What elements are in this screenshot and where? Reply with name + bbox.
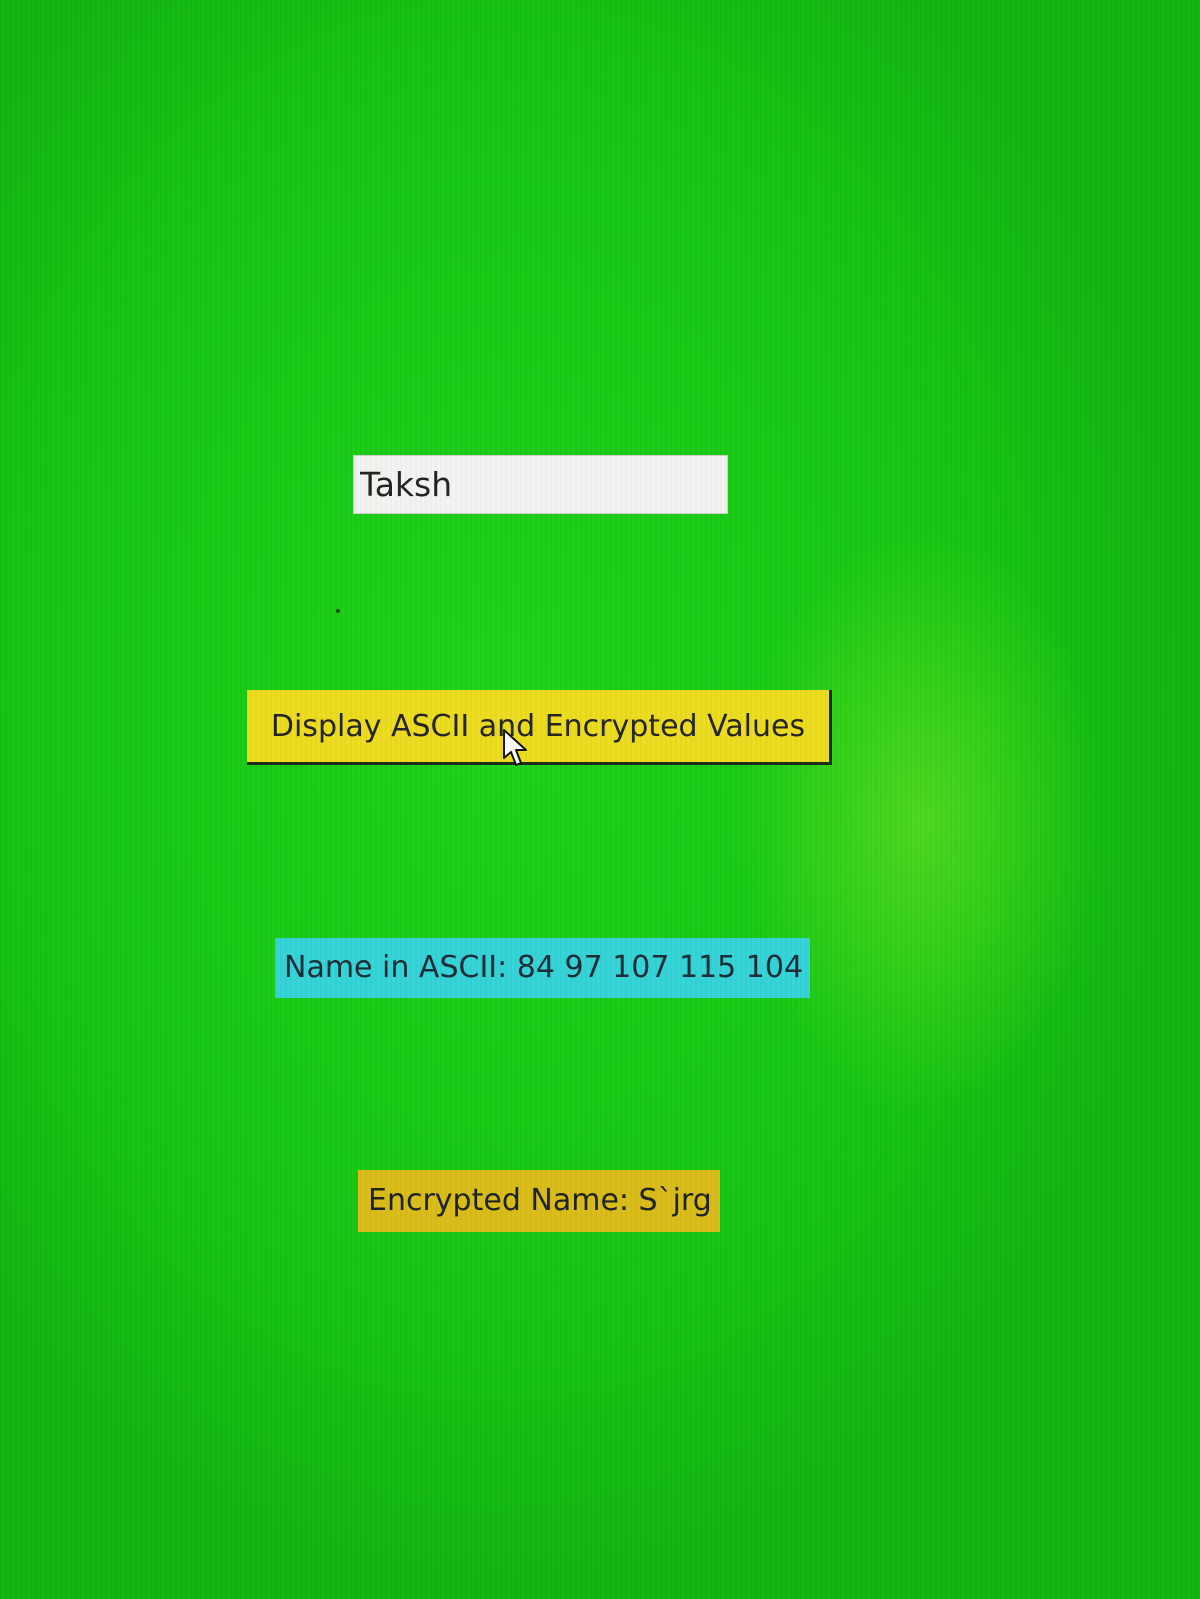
app-window: Display ASCII and Encrypted Values Name …: [0, 0, 1200, 1599]
encrypted-output-label: Encrypted Name: S`jrg: [358, 1170, 720, 1232]
display-ascii-encrypted-button[interactable]: Display ASCII and Encrypted Values: [247, 690, 832, 765]
mouse-pointer-icon: [503, 729, 527, 766]
ascii-output-label: Name in ASCII: 84 97 107 115 104: [275, 938, 810, 998]
screen-speck: [336, 609, 340, 613]
name-input[interactable]: [353, 455, 728, 514]
